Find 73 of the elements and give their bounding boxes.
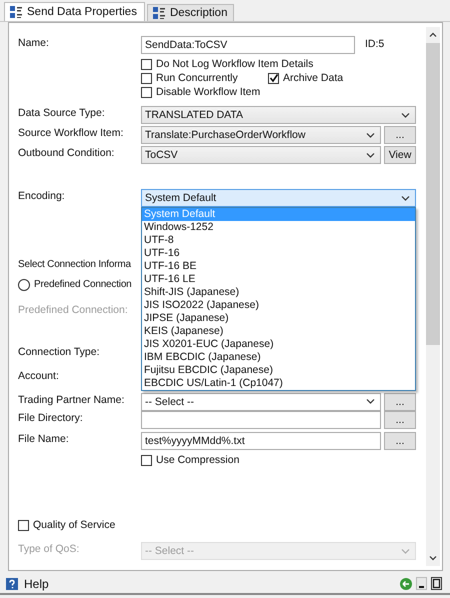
field-label: Predefined Connection: — [18, 303, 129, 317]
field-label: Source Workflow Item: — [18, 126, 124, 140]
dropdown-option[interactable]: EBCDIC US/Latin-1 (Cp1047) — [142, 377, 415, 390]
dropdown-option[interactable]: UTF-8 — [142, 234, 415, 247]
dropdown[interactable]: -- Select -- — [141, 392, 381, 410]
field-label: Name: — [18, 36, 50, 50]
chevron-icon — [401, 548, 410, 554]
checkbox[interactable] — [141, 454, 152, 466]
checkbox-label: Use Compression — [156, 453, 240, 467]
checkbox[interactable] — [141, 58, 152, 70]
checkbox-label: Disable Workflow Item — [156, 85, 260, 99]
back-icon[interactable] — [400, 578, 412, 590]
tab[interactable]: Description — [146, 4, 234, 21]
button[interactable]: ... — [384, 126, 416, 144]
checkmark-icon — [269, 72, 279, 82]
tab[interactable]: Send Data Properties — [4, 2, 145, 21]
dropdown[interactable]: Translate:PurchaseOrderWorkflow — [141, 126, 381, 144]
field-label: Encoding: — [18, 189, 66, 203]
checkbox-label: Archive Data — [283, 71, 344, 85]
checkbox[interactable] — [268, 72, 279, 84]
field-label: Trading Partner Name: — [18, 393, 126, 407]
field-label: File Name: — [18, 432, 70, 446]
chevron-icon — [401, 112, 410, 118]
chevron-icon — [366, 399, 375, 404]
checkbox[interactable] — [141, 86, 152, 98]
input-field[interactable]: test%yyyyMMdd%.txt — [141, 432, 381, 450]
field-label: Connection Type: — [18, 345, 101, 359]
chevron-icon — [366, 152, 375, 158]
field-label: Account: — [18, 369, 60, 383]
dropdown-option[interactable]: JIS X0201-EUC (Japanese) — [142, 338, 415, 351]
dropdown[interactable]: TRANSLATED DATA — [141, 106, 416, 124]
id-label: ID:5 — [365, 37, 384, 52]
dropdown-option[interactable]: UTF-16 — [142, 247, 415, 260]
scroll-thumb[interactable] — [426, 43, 440, 345]
dropdown-option[interactable]: KEIS (Japanese) — [142, 325, 415, 338]
scroll-down-icon[interactable] — [429, 556, 437, 561]
field-label: Type of QoS: — [18, 542, 80, 556]
dropdown-option[interactable]: UTF-16 LE — [142, 273, 415, 286]
dropdown-option[interactable]: Windows-1252 — [142, 221, 415, 234]
dropdown-option[interactable]: Shift-JIS (Japanese) — [142, 286, 415, 299]
input-field[interactable]: SendData:ToCSV — [141, 36, 355, 54]
section-label: Select Connection Informa — [18, 258, 131, 272]
checkbox-label: Quality of Service — [33, 518, 116, 532]
radio-button[interactable] — [18, 279, 30, 291]
checkbox-label: Run Concurrently — [156, 71, 238, 85]
button[interactable]: ... — [384, 432, 416, 450]
field-label: Outbound Condition: — [18, 146, 116, 160]
dropdown-option[interactable]: UTF-16 BE — [142, 260, 415, 273]
minimize-icon[interactable] — [416, 577, 427, 590]
dropdown-option[interactable]: JIS ISO2022 (Japanese) — [142, 299, 415, 312]
dropdown[interactable]: ToCSV — [141, 146, 381, 164]
dropdown-option[interactable]: Fujitsu EBCDIC (Japanese) — [142, 364, 415, 377]
dropdown-option[interactable]: IBM EBCDIC (Japanese) — [142, 351, 415, 364]
field-label: File Directory: — [18, 411, 84, 425]
radio-label: Predefined Connection — [34, 278, 132, 292]
input-field[interactable] — [141, 411, 381, 429]
help-icon[interactable] — [6, 578, 18, 590]
scrollbar[interactable] — [426, 27, 440, 566]
restore-icon[interactable] — [431, 577, 442, 590]
button[interactable]: View — [384, 146, 416, 164]
checkbox[interactable] — [18, 520, 29, 530]
checkbox[interactable] — [141, 72, 152, 84]
checkbox-label: Do Not Log Workflow Item Details — [156, 57, 314, 71]
chevron-icon — [366, 132, 375, 138]
dropdown-option[interactable]: JIPSE (Japanese) — [142, 312, 415, 325]
chevron-icon — [401, 196, 410, 200]
field-label: Data Source Type: — [18, 106, 106, 120]
button[interactable]: ... — [384, 392, 416, 410]
button[interactable]: ... — [384, 411, 416, 429]
form-icon — [152, 7, 165, 19]
scroll-up-icon[interactable] — [429, 32, 437, 37]
form-icon — [10, 6, 22, 18]
help-link[interactable]: Help — [24, 576, 49, 590]
